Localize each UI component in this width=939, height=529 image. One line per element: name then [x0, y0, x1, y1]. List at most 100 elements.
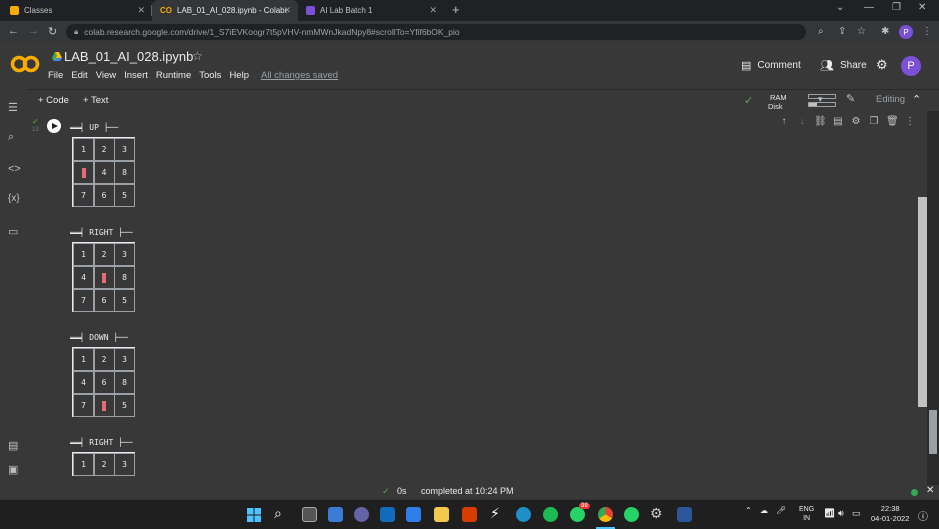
menu-edit[interactable]: Edit [71, 70, 87, 81]
chevron-up-icon[interactable]: ⌃ [745, 506, 752, 515]
clock[interactable]: 22:38 04-01-2022 [871, 504, 909, 524]
run-cell-button[interactable] [47, 119, 61, 133]
office-icon[interactable] [462, 507, 477, 522]
notifications-icon[interactable]: ⓘ [918, 508, 928, 523]
terminal-icon[interactable]: ▣ [8, 463, 18, 476]
puzzle-tile: 3 [114, 348, 135, 371]
mirror-cell-icon[interactable]: ❐ [868, 116, 880, 127]
lock-icon: 🔒︎ [74, 27, 79, 36]
wifi-icon[interactable]: 📶︎ [824, 508, 835, 519]
reload-button[interactable]: ↻ [48, 25, 57, 38]
windows-start-icon[interactable] [247, 508, 261, 522]
whatsapp-icon[interactable] [570, 507, 585, 522]
page-scrollbar-thumb[interactable] [929, 410, 937, 454]
move-up-icon[interactable]: ↑ [778, 116, 790, 127]
browser-tab-classes[interactable]: Classes ✕ [2, 0, 152, 21]
volume-icon[interactable]: 🔊︎ [838, 508, 844, 519]
comment-icon[interactable]: ▤ [832, 116, 844, 127]
menu-view[interactable]: View [96, 70, 116, 81]
input-language[interactable]: ENG IN [799, 505, 814, 523]
comment-button[interactable]: ▤ Comment [741, 59, 801, 72]
chrome-icon[interactable] [598, 507, 613, 522]
command-palette-icon[interactable]: ▤ [8, 439, 18, 452]
close-icon[interactable]: ✕ [283, 5, 291, 16]
search-icon[interactable]: ⌕ [8, 131, 14, 144]
browser-profile-avatar[interactable]: P [899, 25, 913, 39]
store-icon[interactable] [406, 507, 421, 522]
battery-icon[interactable]: ▭ [852, 508, 861, 519]
address-bar[interactable]: 🔒︎ colab.research.google.com/drive/1_S7i… [66, 24, 806, 40]
delete-icon[interactable]: 🗑︎ [886, 116, 899, 127]
close-statusbar-icon[interactable]: ✕ [926, 485, 934, 496]
add-code-button[interactable]: + Code [38, 95, 69, 106]
resources-dropdown-icon[interactable]: ▾ [818, 94, 823, 105]
maximize-button[interactable]: ❐ [892, 2, 901, 13]
execution-duration: 0s [397, 486, 407, 496]
chevron-down-icon[interactable]: ⌄ [836, 2, 844, 13]
microphone-icon[interactable]: 🎤︎ [776, 506, 786, 515]
lightning-app-icon[interactable]: ⚡︎ [490, 505, 500, 522]
output-scrollbar-thumb[interactable] [918, 197, 927, 407]
settings-gear-icon[interactable]: ⚙ [876, 57, 888, 73]
language-label: ENG [799, 506, 815, 513]
move-down-icon[interactable]: ↓ [796, 116, 808, 127]
puzzle-tile: 8 [114, 266, 135, 289]
mail-icon[interactable] [380, 507, 395, 522]
puzzle-board: 12346875 [72, 347, 135, 417]
link-icon[interactable]: ⛓ [814, 116, 827, 127]
close-window-button[interactable]: ✕ [918, 2, 926, 13]
menu-help[interactable]: Help [229, 70, 249, 81]
teams-icon [306, 6, 315, 15]
search-icon[interactable]: ⌕ [274, 505, 282, 522]
classroom-icon [10, 6, 19, 15]
task-view-icon[interactable] [302, 507, 317, 522]
puzzle-tile: 6 [93, 184, 115, 207]
browser-tab-colab[interactable]: CO LAB_01_AI_028.ipynb - Colaborat ✕ [152, 0, 298, 21]
settings-gear-icon[interactable]: ⚙ [650, 505, 663, 522]
editing-mode-label[interactable]: Editing [876, 94, 905, 105]
notebook-title[interactable]: LAB_01_AI_028.ipynb [64, 49, 193, 64]
new-tab-button[interactable]: + [452, 2, 460, 17]
puzzle-tile: 4 [93, 161, 115, 184]
cloud-icon[interactable]: ☁︎ [760, 506, 768, 515]
file-explorer-icon[interactable] [434, 507, 449, 522]
code-snippets-icon[interactable]: <> [8, 163, 21, 175]
extensions-icon[interactable]: ✱ [881, 26, 889, 37]
minimize-button[interactable]: — [864, 2, 874, 13]
files-folder-icon[interactable]: ▭ [8, 225, 18, 238]
table-of-contents-icon[interactable]: ☰ [8, 101, 18, 114]
star-icon[interactable]: ☆ [192, 49, 203, 63]
menu-tools[interactable]: Tools [199, 70, 221, 81]
close-icon[interactable]: ✕ [429, 5, 437, 16]
widgets-icon[interactable] [328, 507, 343, 522]
variables-icon[interactable]: {x} [8, 193, 20, 204]
word-icon[interactable] [677, 507, 692, 522]
collapse-header-icon[interactable]: ⌃ [912, 93, 921, 106]
forward-button[interactable]: → [28, 25, 39, 37]
menu-file[interactable]: File [48, 70, 63, 81]
puzzle-tile: 1 [73, 348, 94, 371]
close-icon[interactable]: ✕ [137, 5, 145, 16]
execution-completed-text[interactable]: completed at 10:24 PM [421, 486, 514, 496]
share-page-icon[interactable]: ⇪ [838, 26, 846, 37]
cell-settings-icon[interactable]: ⚙ [850, 116, 862, 127]
menu-runtime[interactable]: Runtime [156, 70, 191, 81]
teams-chat-icon[interactable] [354, 507, 369, 522]
whatsapp-icon[interactable] [624, 507, 639, 522]
more-options-icon[interactable]: ⋮ [904, 116, 916, 127]
spotify-icon[interactable] [543, 507, 558, 522]
browser-tab-ai-lab[interactable]: AI Lab Batch 1 ✕ [298, 0, 444, 21]
browser-menu-icon[interactable]: ⋮ [922, 26, 932, 37]
resource-monitor[interactable]: RAM Disk [768, 93, 787, 111]
label-rule [70, 443, 82, 444]
save-status[interactable]: All changes saved [261, 70, 338, 81]
back-button[interactable]: ← [8, 25, 19, 37]
add-text-button[interactable]: + Text [83, 95, 108, 106]
bookmark-star-icon[interactable]: ☆ [857, 26, 866, 37]
zoom-icon[interactable]: ⌕ [818, 26, 824, 37]
direction-text: RIGHT [89, 438, 114, 447]
share-button[interactable]: 👥︎ Share [820, 59, 867, 72]
edge-icon[interactable] [516, 507, 531, 522]
menu-insert[interactable]: Insert [124, 70, 148, 81]
user-avatar[interactable]: P [901, 56, 921, 76]
